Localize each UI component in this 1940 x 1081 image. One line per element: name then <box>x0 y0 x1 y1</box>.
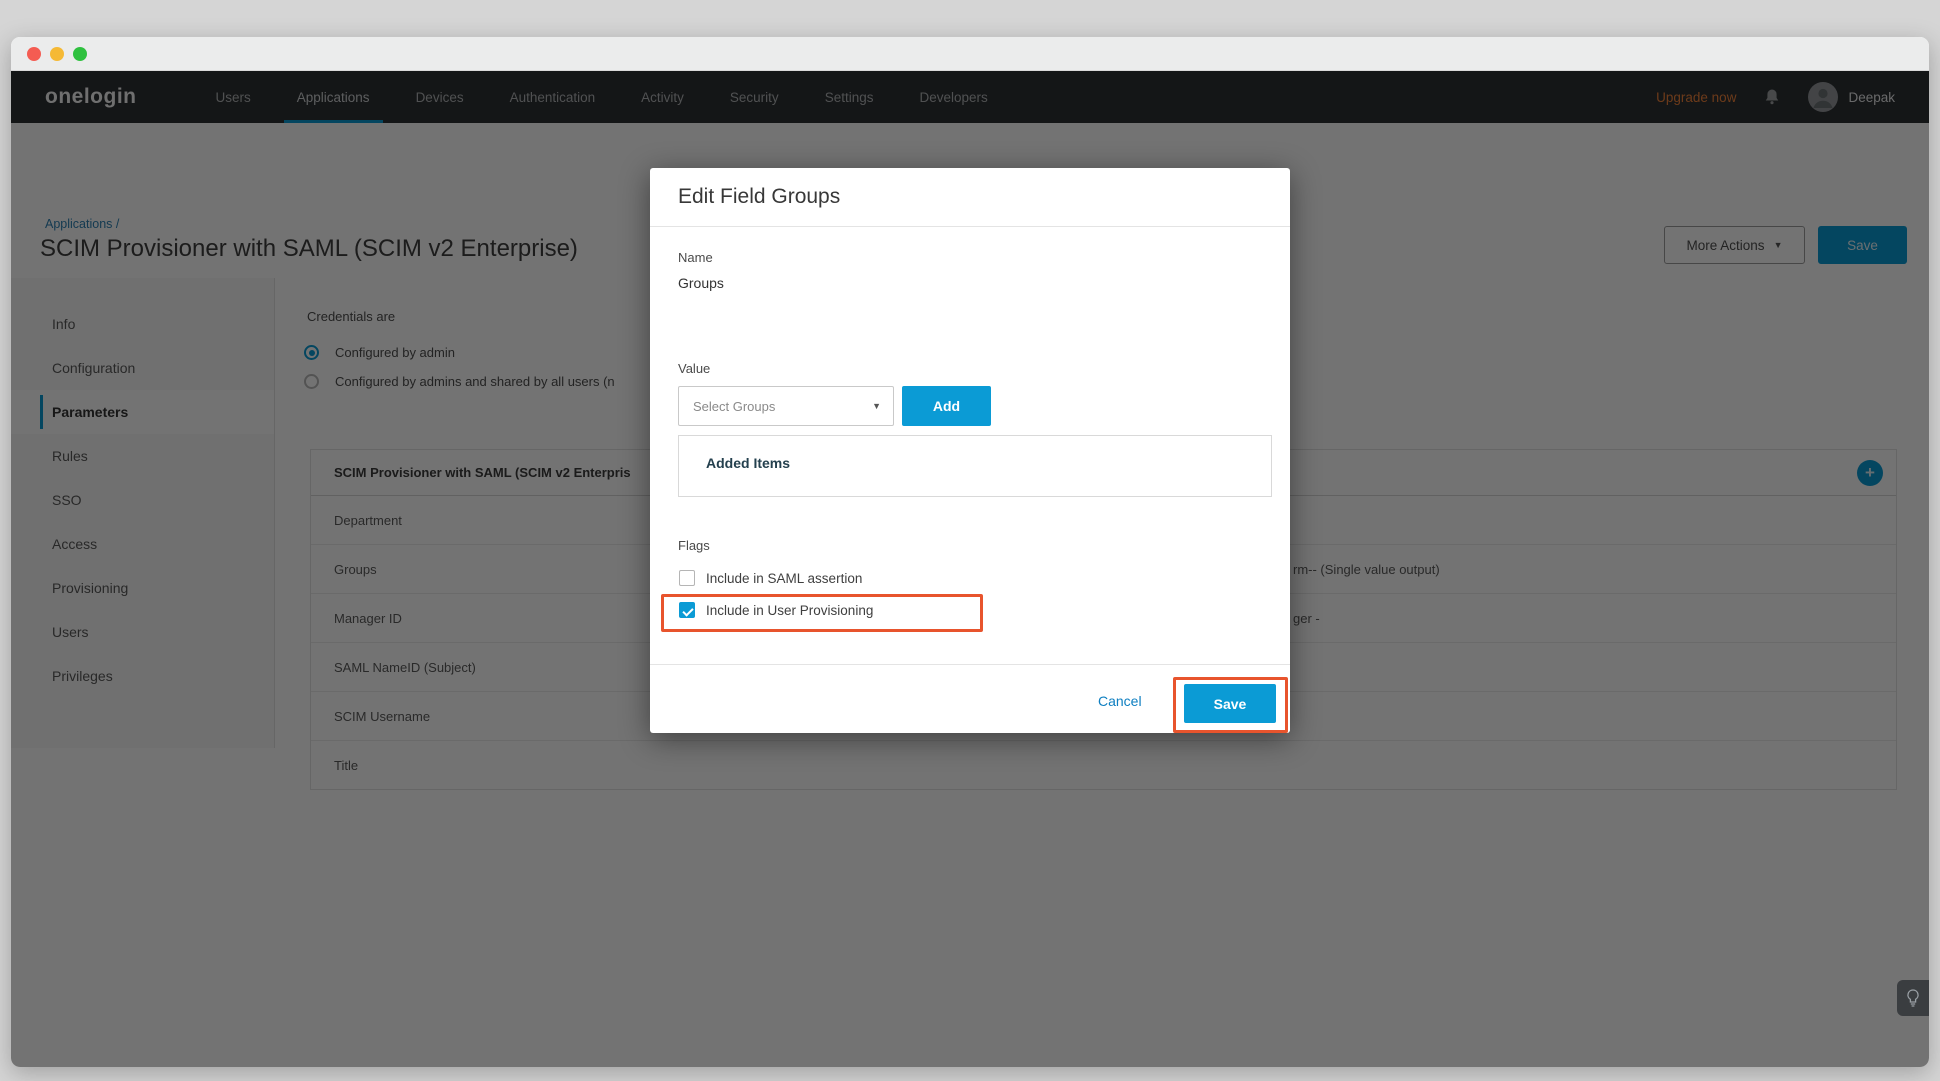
browser-titlebar <box>11 37 1929 71</box>
added-items-box: Added Items <box>678 435 1272 497</box>
name-label: Name <box>678 250 713 265</box>
modal-footer-divider <box>650 664 1290 665</box>
name-value: Groups <box>678 275 724 291</box>
modal-title: Edit Field Groups <box>678 185 840 209</box>
added-items-label: Added Items <box>706 455 790 471</box>
checkbox-include-saml-assertion[interactable]: Include in SAML assertion <box>679 570 862 586</box>
save-button[interactable]: Save <box>1184 684 1276 723</box>
value-label: Value <box>678 361 710 376</box>
traffic-lights <box>27 47 87 61</box>
checkbox-include-user-provisioning[interactable]: Include in User Provisioning <box>679 602 873 618</box>
minimize-window-icon[interactable] <box>50 47 64 61</box>
zoom-window-icon[interactable] <box>73 47 87 61</box>
select-groups-dropdown[interactable]: Select Groups ▼ <box>678 386 894 426</box>
checkbox-unchecked-icon <box>679 570 695 586</box>
help-lightbulb-tab[interactable] <box>1897 980 1929 1016</box>
close-window-icon[interactable] <box>27 47 41 61</box>
lightbulb-icon <box>1906 989 1920 1007</box>
flags-label: Flags <box>678 538 710 553</box>
cancel-button[interactable]: Cancel <box>1098 693 1142 709</box>
modal-header-divider <box>650 226 1290 227</box>
edit-field-groups-modal: Edit Field Groups Name Groups Value Sele… <box>650 168 1290 733</box>
add-button[interactable]: Add <box>902 386 991 426</box>
checkbox-checked-icon <box>679 602 695 618</box>
browser-window: onelogin Users Applications Devices Auth… <box>11 37 1929 1067</box>
dropdown-placeholder: Select Groups <box>693 399 872 414</box>
chevron-down-icon: ▼ <box>872 401 881 411</box>
